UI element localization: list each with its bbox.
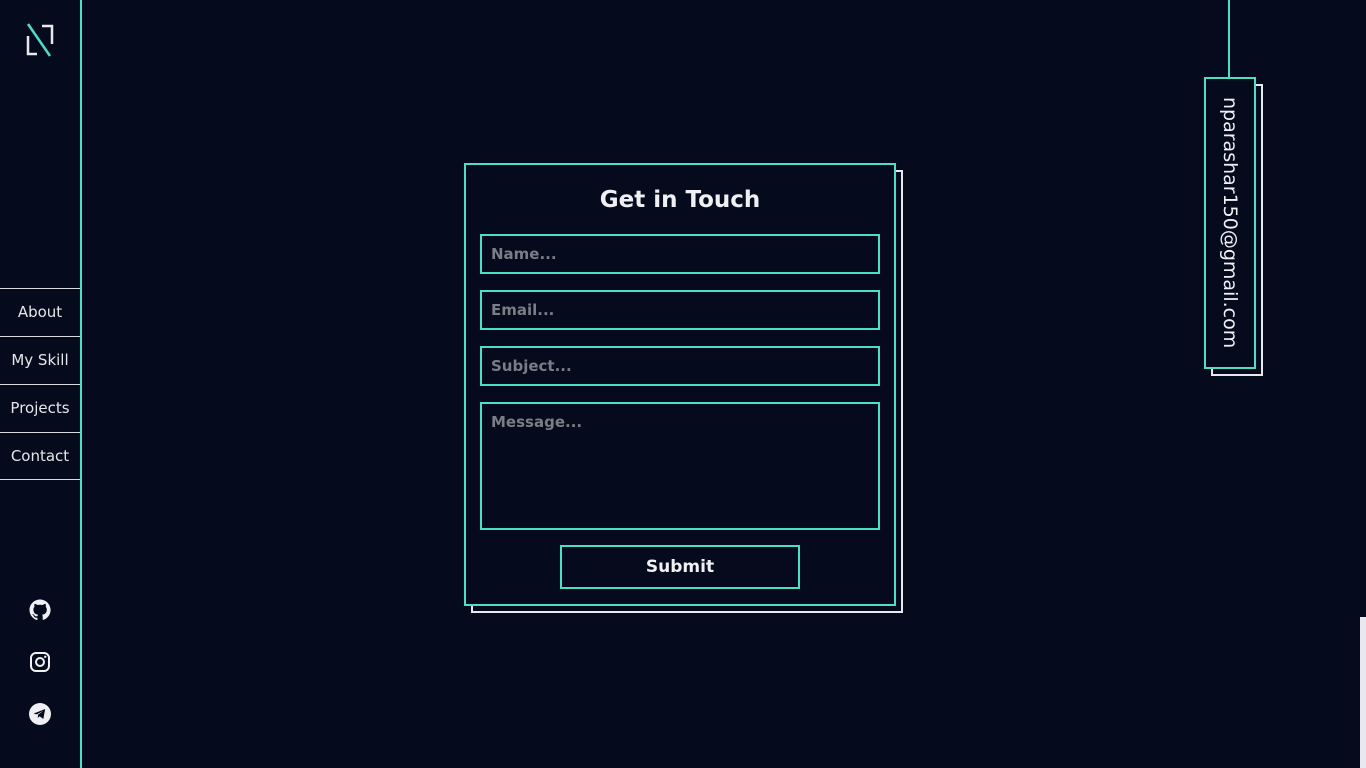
email-link[interactable]: nparashar150@gmail.com: [1219, 97, 1241, 348]
sidebar: About My Skill Projects Contact: [0, 0, 82, 768]
contact-form: Get in Touch Submit: [464, 163, 896, 606]
nl-monogram-logo-icon[interactable]: [24, 22, 56, 58]
email-input[interactable]: [480, 290, 880, 330]
submit-button[interactable]: Submit: [560, 545, 800, 589]
scrollbar[interactable]: [1360, 617, 1366, 768]
nav-item-contact[interactable]: Contact: [0, 432, 80, 480]
email-tag: nparashar150@gmail.com: [1204, 77, 1256, 369]
name-input[interactable]: [480, 234, 880, 274]
instagram-icon[interactable]: [28, 650, 52, 674]
message-textarea[interactable]: [480, 402, 880, 530]
social-links: [28, 598, 52, 754]
github-icon[interactable]: [28, 598, 52, 622]
nav-item-about[interactable]: About: [0, 288, 80, 336]
nav-item-my-skill[interactable]: My Skill: [0, 336, 80, 384]
nav-item-projects[interactable]: Projects: [0, 384, 80, 432]
email-tag-string: [1228, 0, 1230, 78]
subject-input[interactable]: [480, 346, 880, 386]
side-nav: About My Skill Projects Contact: [0, 288, 80, 480]
form-title: Get in Touch: [599, 187, 761, 213]
telegram-icon[interactable]: [28, 702, 52, 726]
